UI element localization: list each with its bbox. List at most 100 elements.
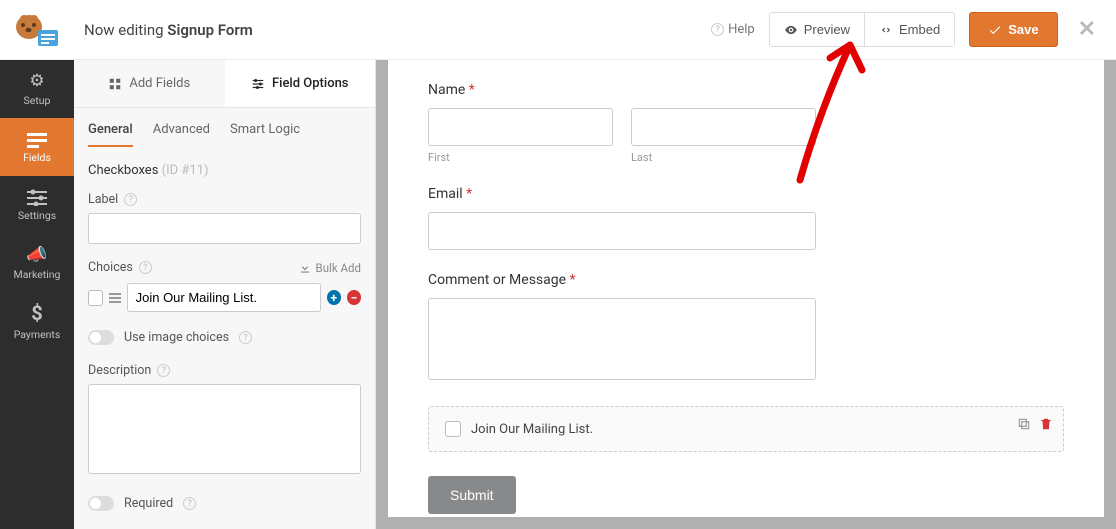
drag-handle-icon[interactable]	[109, 293, 120, 303]
required-row: Required ?	[88, 496, 361, 511]
tab-add-fields[interactable]: Add Fields	[74, 60, 225, 107]
choices-label: Choices ?	[88, 260, 152, 275]
last-name-input[interactable]	[631, 108, 816, 146]
save-label: Save	[1008, 22, 1038, 37]
checkbox-field-selected[interactable]: Join Our Mailing List.	[428, 406, 1064, 452]
preview-embed-group: Preview Embed	[769, 12, 955, 47]
subtab-general[interactable]: General	[88, 122, 133, 147]
help-link[interactable]: ? Help	[711, 22, 755, 37]
code-icon	[879, 23, 893, 37]
tab-add-fields-label: Add Fields	[129, 76, 190, 91]
email-field[interactable]: Email *	[428, 186, 1064, 250]
image-choices-label: Use image choices	[124, 330, 229, 345]
tab-field-options[interactable]: Field Options	[225, 60, 376, 107]
nav-marketing-label: Marketing	[14, 268, 61, 281]
help-icon[interactable]: ?	[183, 497, 196, 510]
required-star: *	[469, 82, 475, 98]
subtab-advanced[interactable]: Advanced	[153, 122, 210, 147]
help-icon[interactable]: ?	[124, 193, 137, 206]
bulk-add-label: Bulk Add	[316, 261, 361, 275]
name-label-text: Name	[428, 82, 465, 98]
description-text: Description	[88, 363, 151, 378]
dollar-icon: $	[31, 301, 42, 325]
description-section: Description ?	[88, 363, 361, 478]
label-option-label: Label ?	[88, 192, 361, 207]
help-icon[interactable]: ?	[239, 331, 252, 344]
submit-button[interactable]: Submit	[428, 476, 516, 514]
email-label: Email *	[428, 186, 1064, 202]
sliders-icon	[251, 77, 265, 91]
nav-payments[interactable]: $ Payments	[0, 292, 74, 350]
first-name-input[interactable]	[428, 108, 613, 146]
bullhorn-icon: 📣	[26, 245, 47, 265]
field-id-row: Checkboxes (ID #11)	[88, 163, 361, 178]
choice-default-checkbox[interactable]	[88, 290, 103, 306]
checkbox-box[interactable]	[445, 421, 461, 437]
comment-label-text: Comment or Message	[428, 272, 566, 288]
field-type-label: Checkboxes	[88, 163, 158, 178]
required-star: *	[466, 186, 472, 202]
help-icon[interactable]: ?	[139, 261, 152, 274]
top-bar: Now editing Signup Form ? Help Preview E…	[0, 0, 1116, 60]
title-prefix: Now editing	[84, 21, 167, 39]
required-toggle[interactable]	[88, 496, 114, 511]
bulk-add-link[interactable]: Bulk Add	[298, 261, 361, 275]
required-label: Required	[124, 496, 173, 511]
embed-button[interactable]: Embed	[864, 13, 954, 46]
nav-fields[interactable]: Fields	[0, 118, 74, 176]
comment-label: Comment or Message *	[428, 272, 1064, 288]
image-choices-toggle[interactable]	[88, 330, 114, 345]
choice-input[interactable]	[127, 283, 321, 312]
main: ⚙ Setup Fields Settings 📣 Marketing $ Pa…	[0, 60, 1116, 529]
embed-label: Embed	[899, 22, 940, 37]
add-choice-button[interactable]: +	[327, 290, 341, 305]
first-name-col: First	[428, 108, 613, 164]
nav-fields-label: Fields	[23, 151, 51, 164]
close-icon[interactable]: ✕	[1078, 17, 1096, 42]
save-button[interactable]: Save	[969, 12, 1057, 47]
first-sublabel: First	[428, 151, 613, 164]
description-label: Description ?	[88, 363, 361, 378]
email-input[interactable]	[428, 212, 816, 250]
form-canvas[interactable]: Name * First Last Email *	[388, 60, 1104, 517]
description-input[interactable]	[88, 384, 361, 474]
choices-text: Choices	[88, 260, 133, 275]
last-name-col: Last	[631, 108, 816, 164]
label-input[interactable]	[88, 213, 361, 244]
preview-label: Preview	[804, 22, 850, 37]
label-text: Label	[88, 192, 118, 207]
comment-field[interactable]: Comment or Message *	[428, 272, 1064, 380]
top-actions: ? Help Preview Embed Save ✕	[711, 12, 1096, 47]
nav-setup[interactable]: ⚙ Setup	[0, 60, 74, 118]
nav-marketing[interactable]: 📣 Marketing	[0, 234, 74, 292]
required-star: *	[570, 272, 576, 288]
name-field[interactable]: Name * First Last	[428, 82, 1064, 164]
help-label: Help	[728, 22, 755, 37]
nav-settings-label: Settings	[18, 209, 56, 222]
image-choices-row: Use image choices ?	[88, 330, 361, 345]
last-sublabel: Last	[631, 151, 816, 164]
nav-payments-label: Payments	[14, 328, 61, 341]
eye-icon	[784, 23, 798, 37]
page-title: Now editing Signup Form	[84, 21, 711, 39]
options-panel: Add Fields Field Options General Advance…	[74, 60, 376, 529]
trash-icon[interactable]	[1039, 417, 1053, 431]
preview-button[interactable]: Preview	[770, 13, 864, 46]
check-icon	[988, 23, 1002, 37]
name-row: First Last	[428, 108, 1064, 164]
field-row-actions	[1017, 417, 1053, 431]
panel-tabs: Add Fields Field Options	[74, 60, 375, 108]
remove-choice-button[interactable]: −	[347, 290, 361, 305]
help-icon[interactable]: ?	[157, 364, 170, 377]
subtab-smart-logic[interactable]: Smart Logic	[230, 122, 300, 147]
panel-sub-tabs: General Advanced Smart Logic	[74, 108, 375, 147]
checkbox-option-row: Join Our Mailing List.	[445, 421, 1047, 437]
name-label: Name *	[428, 82, 1064, 98]
duplicate-icon[interactable]	[1017, 417, 1031, 431]
choices-header: Choices ? Bulk Add	[88, 260, 361, 275]
nav-settings[interactable]: Settings	[0, 176, 74, 234]
gear-icon: ⚙	[29, 71, 44, 91]
download-icon	[298, 261, 312, 275]
grid-icon	[108, 77, 122, 91]
comment-input[interactable]	[428, 298, 816, 380]
